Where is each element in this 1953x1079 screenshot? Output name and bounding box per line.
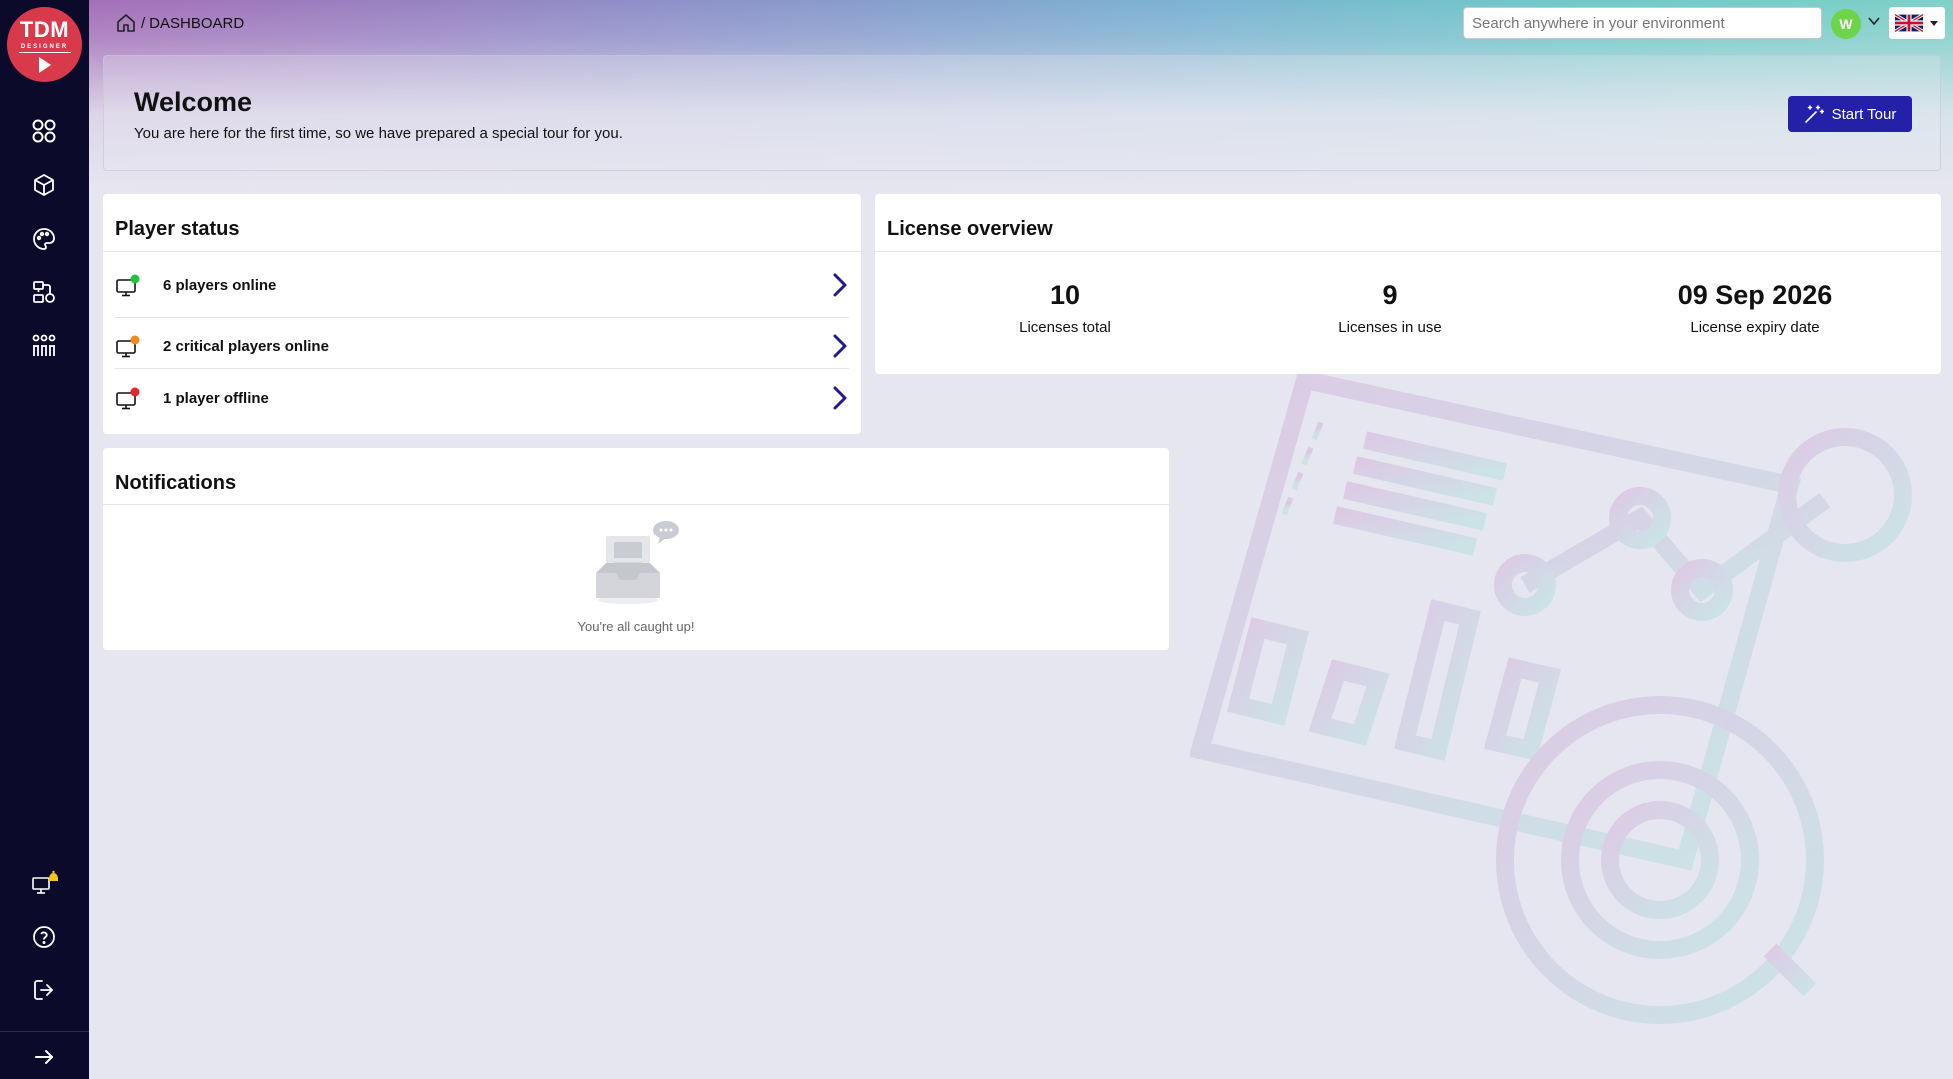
bell-monitor-icon (32, 870, 58, 894)
notifications-card: Notifications You're all caught up! (103, 448, 1169, 650)
sidebar-item-dashboard[interactable] (27, 114, 61, 148)
logo-text: TDM (19, 17, 70, 42)
player-status-row-critical[interactable]: 2 critical players online (115, 321, 849, 372)
sidebar-item-design[interactable] (27, 222, 61, 256)
welcome-title: Welcome (134, 87, 253, 117)
start-tour-button[interactable]: Start Tour (1788, 96, 1912, 132)
chevron-right-icon[interactable] (831, 385, 849, 411)
sidebar-item-players[interactable] (27, 275, 61, 309)
tdm-logo[interactable]: TDM DESIGNER (7, 7, 82, 82)
monitor-critical-icon (116, 335, 140, 357)
licenses-in-use: 9 Licenses in use (1310, 280, 1470, 336)
magic-wand-icon (1804, 105, 1824, 123)
caret-down-icon (1930, 21, 1938, 26)
license-expiry-label: License expiry date (1690, 319, 1820, 336)
sidebar-item-users[interactable] (27, 329, 61, 363)
licenses-in-use-value: 9 (1382, 280, 1398, 310)
monitor-offline-icon (116, 387, 140, 409)
player-status-row-offline[interactable]: 1 player offline (115, 373, 849, 424)
player-offline-label: 1 player offline (163, 390, 269, 407)
player-critical-label: 2 critical players online (163, 338, 329, 355)
logo-subtext: DESIGNER (20, 44, 69, 50)
palette-icon (33, 228, 55, 250)
chevron-right-icon[interactable] (831, 333, 849, 359)
search-input[interactable] (1463, 7, 1822, 39)
notifications-empty-state: You're all caught up! (103, 518, 1169, 634)
grid-icon (32, 119, 56, 143)
question-icon (33, 926, 55, 948)
sidebar-item-help[interactable] (27, 920, 61, 954)
breadcrumb-current[interactable]: DASHBOARD (149, 15, 244, 32)
licenses-total: 10 Licenses total (985, 280, 1145, 336)
sidebar: TDM DESIGNER (0, 0, 89, 1079)
notifications-title: Notifications (115, 472, 237, 494)
breadcrumb-separator: / (141, 14, 146, 32)
team-icon (32, 334, 56, 356)
monitor-online-icon (116, 274, 140, 296)
welcome-banner: Welcome You are here for the first time,… (103, 55, 1941, 171)
player-status-card: Player status 6 players online 2 critica… (103, 194, 861, 434)
avatar[interactable]: W (1831, 9, 1861, 39)
licenses-in-use-label: Licenses in use (1338, 319, 1442, 336)
sidebar-item-content[interactable] (27, 168, 61, 202)
sidebar-expand-button[interactable] (27, 1040, 61, 1074)
chevron-down-icon[interactable] (1867, 14, 1881, 28)
empty-inbox-icon (596, 521, 679, 604)
player-status-title: Player status (115, 218, 240, 240)
breadcrumb: / DASHBOARD (115, 12, 244, 34)
sidebar-item-logout[interactable] (27, 973, 61, 1007)
home-icon[interactable] (115, 12, 137, 34)
logout-icon (34, 980, 53, 1000)
notifications-empty-message: You're all caught up! (577, 619, 695, 634)
license-expiry: 09 Sep 2026 License expiry date (1655, 280, 1855, 336)
sidebar-item-notifications[interactable] (27, 866, 61, 900)
language-selector[interactable] (1889, 7, 1945, 39)
chevron-right-icon[interactable] (831, 272, 849, 298)
licenses-total-value: 10 (1049, 280, 1081, 310)
licenses-total-label: Licenses total (1019, 319, 1111, 336)
player-status-row-online[interactable]: 6 players online (115, 260, 849, 311)
start-tour-label: Start Tour (1831, 105, 1897, 123)
player-online-label: 6 players online (163, 277, 277, 294)
devices-icon (33, 281, 55, 303)
license-expiry-value: 09 Sep 2026 (1677, 280, 1833, 310)
dashboard-illustration (1190, 370, 1912, 1024)
license-overview-title: License overview (887, 218, 1053, 240)
welcome-subtitle: You are here for the first time, so we h… (134, 125, 623, 142)
uk-flag-icon (1895, 14, 1923, 32)
arrow-right-icon (35, 1050, 53, 1064)
play-icon (38, 57, 51, 73)
license-overview-card: License overview 10 Licenses total 9 Lic… (875, 194, 1941, 374)
cube-icon (34, 174, 54, 196)
